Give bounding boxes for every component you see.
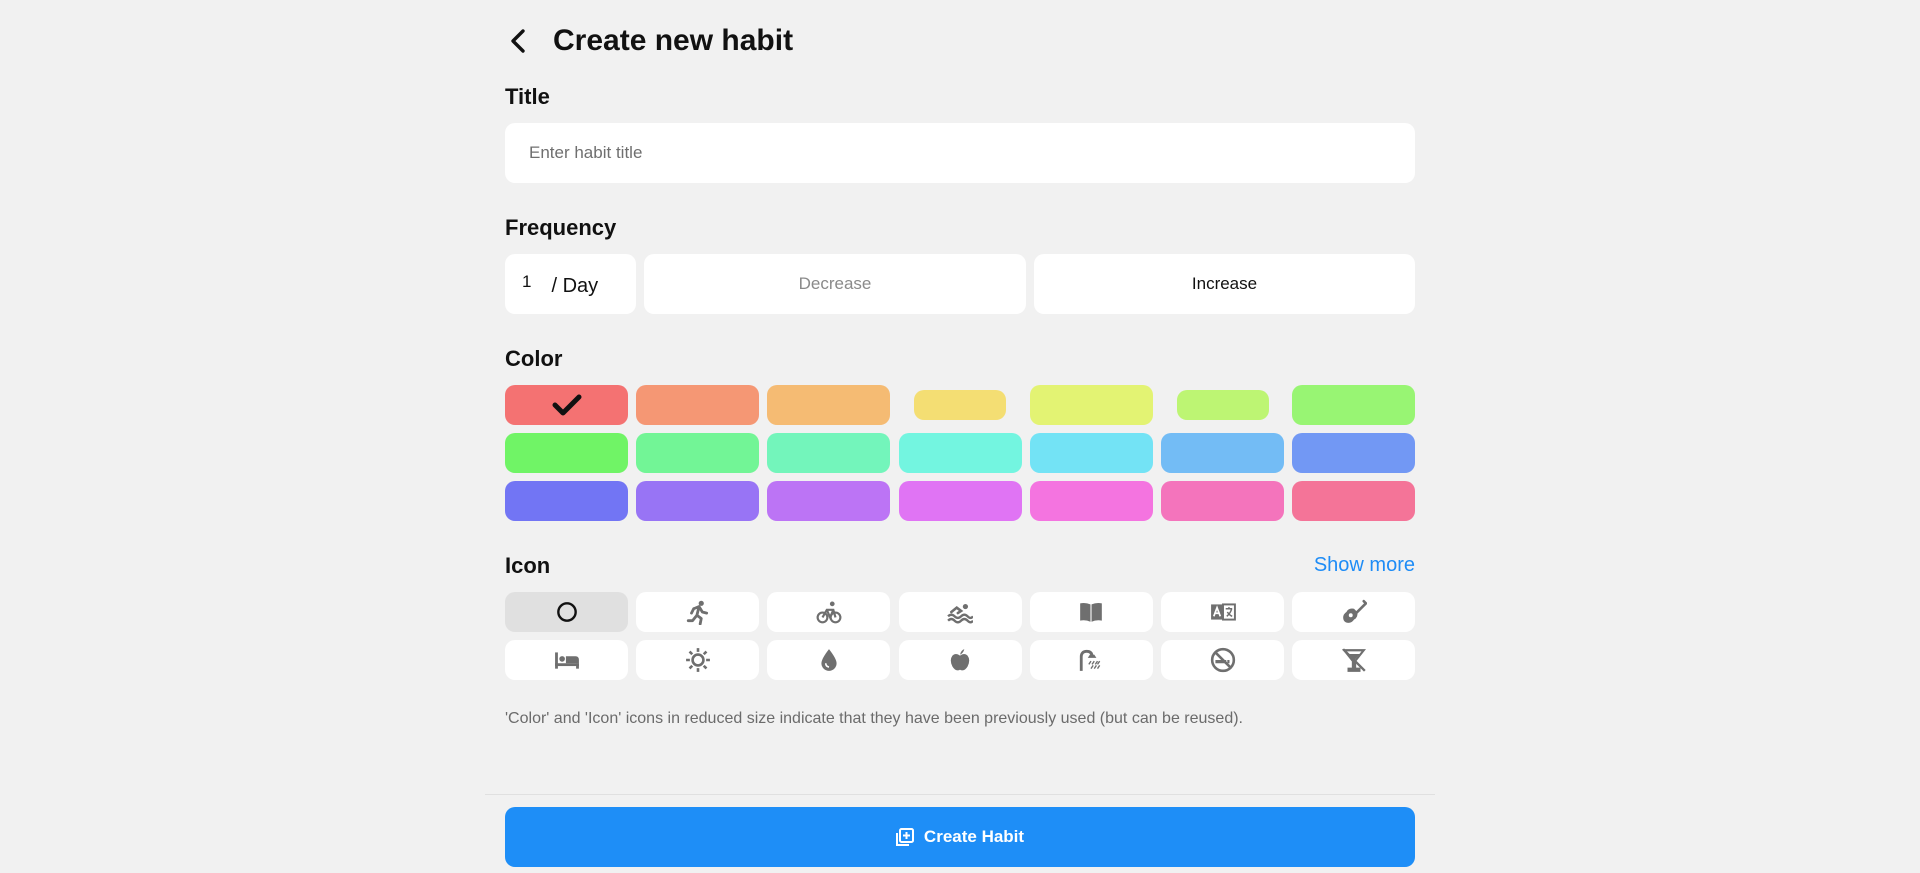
color-grid <box>505 385 1416 522</box>
icon-option[interactable] <box>898 592 1022 632</box>
color-swatch[interactable] <box>898 481 1022 521</box>
icon-option[interactable] <box>1029 592 1153 632</box>
usage-note: 'Color' and 'Icon' icons in reduced size… <box>505 710 1243 727</box>
color-swatch[interactable] <box>1029 385 1153 425</box>
increase-button[interactable]: Increase <box>1034 254 1415 314</box>
frequency-label: Frequency <box>505 215 617 240</box>
color-swatch[interactable] <box>505 433 628 473</box>
color-swatch[interactable] <box>1292 385 1416 425</box>
back-button[interactable] <box>503 25 535 57</box>
color-swatch[interactable] <box>505 385 628 425</box>
color-label: Color <box>505 346 563 371</box>
page-title: Create new habit <box>553 24 794 57</box>
checkmark-icon <box>552 394 581 416</box>
running-icon <box>686 600 708 625</box>
frequency-unit: / Day <box>551 274 599 297</box>
icon-option[interactable] <box>505 592 628 632</box>
icon-option[interactable] <box>1161 592 1284 632</box>
icon-label: Icon <box>505 553 551 578</box>
create-habit-label: Create Habit <box>923 827 1025 846</box>
color-swatch[interactable] <box>1161 433 1284 473</box>
guitar-icon <box>1342 599 1367 623</box>
add-box-icon <box>895 828 914 846</box>
shower-icon <box>1080 649 1101 671</box>
color-swatch[interactable] <box>767 481 891 521</box>
icon-option[interactable] <box>767 592 891 632</box>
color-swatch[interactable] <box>1029 433 1153 473</box>
icon-grid <box>505 592 1416 680</box>
decrease-button[interactable]: Decrease <box>644 254 1026 314</box>
frequency-value: 1 <box>522 272 532 291</box>
no-alcohol-icon <box>1341 648 1366 672</box>
water-drop-icon <box>821 649 837 671</box>
color-swatch[interactable] <box>1292 481 1416 521</box>
bicycle-icon <box>816 601 842 624</box>
title-label: Title <box>505 84 550 109</box>
icon-option[interactable] <box>1292 592 1416 632</box>
no-smoking-icon <box>1210 647 1235 673</box>
habit-title-input[interactable] <box>505 123 1415 183</box>
icon-option[interactable] <box>1161 640 1284 680</box>
color-swatch[interactable] <box>636 481 760 521</box>
bed-icon <box>554 652 579 669</box>
icon-option[interactable] <box>636 592 760 632</box>
color-swatch[interactable] <box>767 385 891 425</box>
icon-option[interactable] <box>636 640 760 680</box>
create-habit-button[interactable]: Create Habit <box>505 807 1415 867</box>
show-more-link[interactable]: Show more <box>1314 554 1415 577</box>
footer-divider <box>485 794 1435 795</box>
icon-option[interactable] <box>767 640 891 680</box>
color-swatch[interactable] <box>636 433 760 473</box>
color-swatch[interactable] <box>636 385 760 425</box>
header: Create new habit <box>505 20 793 62</box>
chevron-left-icon <box>511 29 525 53</box>
translate-icon <box>1210 603 1236 621</box>
icon-option[interactable] <box>1292 640 1416 680</box>
book-icon <box>1080 602 1103 622</box>
circle-icon <box>556 602 577 622</box>
color-swatch[interactable] <box>898 433 1022 473</box>
frequency-value-box: 1 / Day <box>505 254 636 314</box>
color-swatch[interactable] <box>505 481 628 521</box>
apple-icon <box>950 649 970 671</box>
sun-icon <box>685 648 710 672</box>
icon-option[interactable] <box>898 640 1022 680</box>
color-swatch[interactable] <box>914 390 1007 420</box>
color-swatch[interactable] <box>1029 481 1153 521</box>
color-swatch[interactable] <box>767 433 891 473</box>
color-swatch[interactable] <box>1161 481 1284 521</box>
icon-option[interactable] <box>505 640 628 680</box>
color-swatch[interactable] <box>1176 390 1269 420</box>
swimming-icon <box>947 603 974 624</box>
color-swatch[interactable] <box>1292 433 1416 473</box>
icon-option[interactable] <box>1029 640 1153 680</box>
